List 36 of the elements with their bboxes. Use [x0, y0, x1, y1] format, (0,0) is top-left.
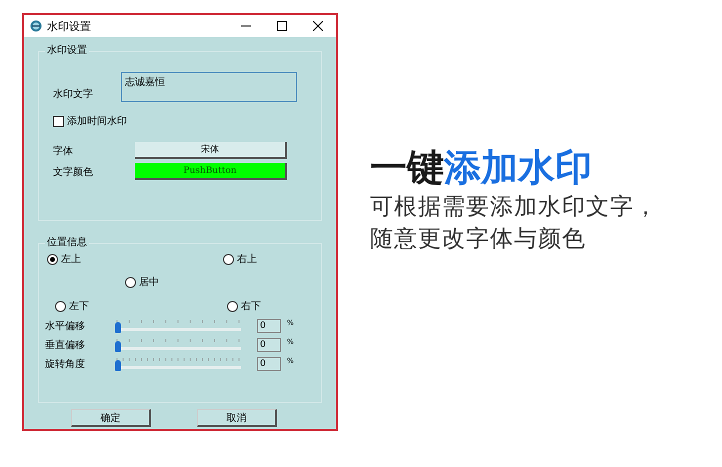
font-button[interactable]: 宋体: [135, 142, 287, 159]
slider-label: 旋转角度: [45, 358, 86, 371]
slider[interactable]: [115, 357, 241, 371]
field-label: 字体: [53, 144, 74, 158]
slider-label: 垂直偏移: [45, 338, 86, 352]
group-title: 水印设置: [45, 43, 89, 57]
slider[interactable]: [115, 319, 241, 333]
group-title: 位置信息: [45, 235, 89, 249]
slider[interactable]: [115, 338, 241, 352]
close-icon: [313, 21, 323, 31]
radio-option[interactable]: 居中: [125, 275, 159, 289]
value-field[interactable]: 0: [257, 338, 281, 352]
field-label: 水印文字: [53, 88, 93, 101]
radio-option[interactable]: 右上: [223, 252, 257, 266]
dialog-button[interactable]: 确定: [71, 409, 151, 427]
radio-option[interactable]: 左下: [55, 299, 89, 313]
checkbox-option[interactable]: 添加时间水印: [39, 114, 321, 128]
headline-text: 添加水印: [444, 145, 592, 191]
color-button[interactable]: PushButton: [135, 163, 287, 180]
value-field[interactable]: 0: [257, 319, 281, 333]
headline-text: 一键: [370, 145, 444, 191]
slider-thumb[interactable]: [115, 341, 121, 352]
radio-option[interactable]: 右下: [227, 299, 261, 313]
value-field[interactable]: 0: [257, 357, 281, 371]
radio-option[interactable]: 左上: [47, 252, 81, 266]
slider-thumb[interactable]: [115, 322, 121, 333]
dialog-button[interactable]: 取消: [197, 409, 277, 427]
maximize-icon: [277, 21, 287, 31]
description-text: 可根据需要添加水印文字，: [370, 193, 658, 222]
description-text: 随意更改字体与颜色: [370, 225, 587, 254]
field-label: 文字颜色: [53, 166, 94, 178]
app-icon: [30, 20, 42, 32]
text-field[interactable]: 志诚嘉恒: [121, 72, 297, 102]
window-title: 水印设置: [47, 18, 92, 34]
slider-thumb[interactable]: [115, 360, 121, 371]
slider-label: 水平偏移: [45, 320, 86, 333]
